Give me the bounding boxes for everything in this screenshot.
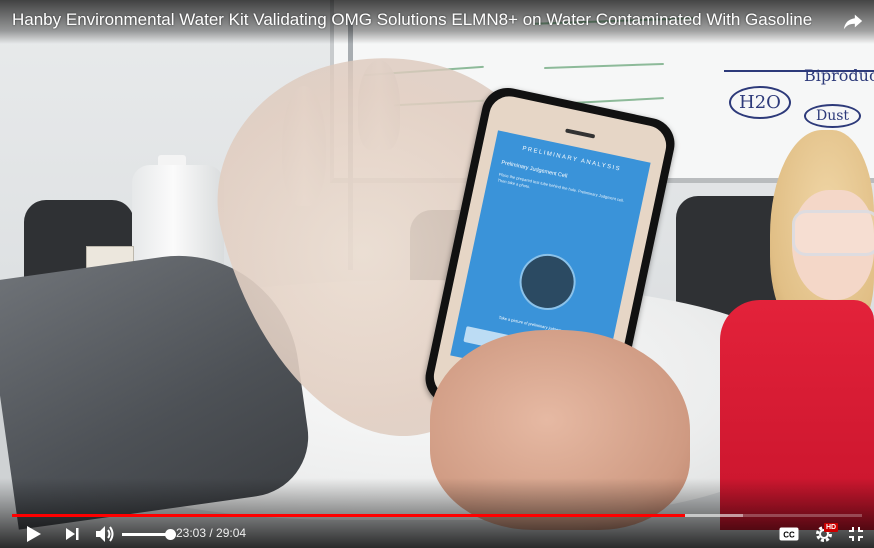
play-button[interactable] [18, 520, 50, 548]
safety-goggles [792, 210, 874, 256]
closed-captions-icon: CC [779, 527, 799, 541]
volume-icon [96, 526, 114, 542]
time-separator: / [206, 526, 217, 540]
exit-fullscreen-button[interactable] [844, 520, 868, 548]
exit-fullscreen-icon [849, 527, 863, 541]
progress-bar[interactable] [12, 514, 862, 517]
next-button[interactable] [58, 520, 86, 548]
volume-slider[interactable] [122, 529, 176, 540]
progress-played [12, 514, 686, 517]
share-icon [843, 14, 863, 30]
video-frame[interactable]: H2O Biproduct Dust PRELIMINARY ANALYSIS … [0, 0, 874, 548]
next-icon [66, 528, 79, 540]
volume-slider-handle[interactable] [165, 529, 176, 540]
share-button[interactable] [842, 10, 864, 32]
svg-text:CC: CC [783, 531, 795, 540]
volume-level [122, 533, 170, 536]
closed-captions-button[interactable]: CC [776, 520, 802, 548]
current-time: 23:03 [176, 526, 207, 540]
title-bar: Hanby Environmental Water Kit Validating… [0, 0, 874, 44]
duration: 29:04 [216, 526, 247, 540]
video-title[interactable]: Hanby Environmental Water Kit Validating… [12, 10, 812, 30]
settings-button[interactable]: HD [810, 520, 839, 548]
mute-button[interactable] [92, 520, 118, 548]
time-display: 23:03 / 29:04 [176, 526, 246, 540]
play-icon [27, 526, 41, 542]
hd-badge: HD [824, 523, 839, 532]
player-controls: 23:03 / 29:04 CC HD [0, 520, 874, 548]
video-player[interactable]: H2O Biproduct Dust PRELIMINARY ANALYSIS … [0, 0, 874, 548]
